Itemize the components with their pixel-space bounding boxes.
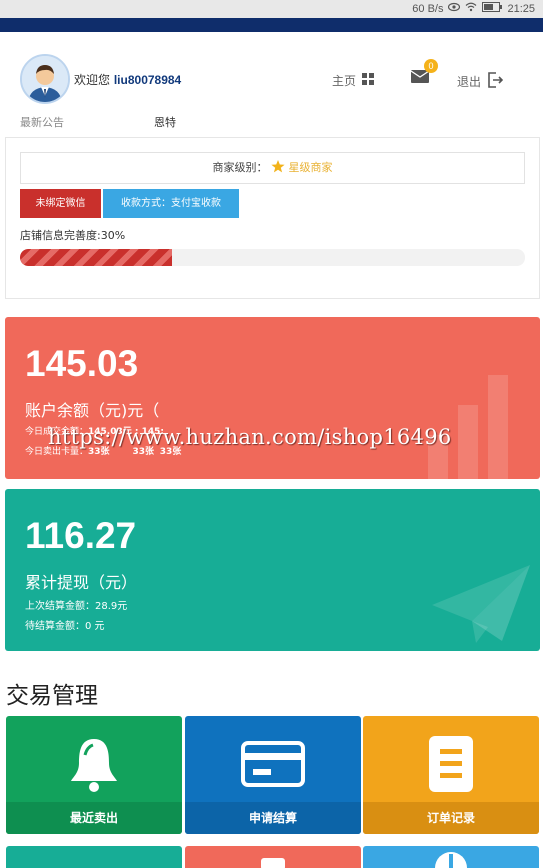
pending-settlement: 待结算金额：0 元: [25, 617, 105, 632]
balance-amount: 145.03: [25, 343, 139, 384]
envelope-icon: [410, 70, 430, 86]
username: liu80078984: [113, 73, 182, 87]
welcome-text: 欢迎您 liu80078984: [74, 71, 181, 88]
balance-card[interactable]: 145.03 账户余额（元)元（ 今日成交金额：145.03元 : 145: 今…: [5, 317, 540, 479]
battery-icon: [482, 2, 503, 15]
logout-icon: [487, 72, 504, 91]
network-speed: 60 B/s: [412, 2, 444, 15]
tile-row2-1[interactable]: [6, 846, 182, 868]
bar-chart-icon: [428, 375, 508, 479]
clock-time: 21:25: [507, 2, 535, 15]
level-prefix: 商家级别：: [212, 161, 268, 174]
bell-icon: [6, 726, 182, 802]
header: 欢迎您 liu80078984 主页 0 退出 最新公告 恩特: [0, 32, 543, 132]
trade-section-title: 交易管理: [6, 683, 98, 709]
pending-settlement-label: 待结算金额：: [25, 621, 85, 632]
merchant-panel: 商家级别： 星级商家 未绑定微信 收款方式：支付宝收款 店铺信息完善度:30%: [5, 137, 540, 299]
tile-row2-2[interactable]: [185, 846, 361, 868]
paper-plane-icon: [432, 565, 530, 643]
merchant-level: 商家级别： 星级商家: [20, 152, 525, 184]
completeness-progress: [20, 249, 525, 266]
mail-count-badge: 0: [424, 59, 438, 73]
yuan-coin-icon: [435, 852, 467, 868]
document-icon: [261, 858, 285, 868]
tile-apply-settlement[interactable]: 申请结算: [185, 716, 361, 834]
progress-fill: [20, 249, 172, 266]
watermark-text: https://www.huzhan.com/ishop16496: [48, 425, 452, 449]
logout-link[interactable]: 退出: [457, 72, 504, 91]
home-label: 主页: [332, 74, 357, 88]
wifi-icon: [465, 2, 477, 15]
status-bar: 60 B/s 21:25: [0, 0, 543, 18]
withdraw-amount: 116.27: [25, 515, 137, 556]
level-value: 星级商家: [288, 161, 333, 174]
withdraw-card[interactable]: 116.27 累计提现（元） 上次结算金额：28.9元 待结算金额：0 元: [5, 489, 540, 651]
star-icon: [271, 160, 289, 174]
tile-recent-sales[interactable]: 最近卖出: [6, 716, 182, 834]
pending-settlement-value: 0 元: [85, 621, 105, 632]
grid-icon: [362, 73, 375, 88]
notice-label: 最新公告: [20, 116, 64, 129]
balance-label: 账户余额（元)元（: [25, 401, 160, 420]
tile-row2-3[interactable]: [363, 846, 539, 868]
document-icon: [363, 726, 539, 802]
tile-order-records-label: 订单记录: [363, 802, 539, 834]
bind-wechat-button[interactable]: 未绑定微信: [20, 189, 101, 218]
mail-button[interactable]: [410, 70, 430, 86]
avatar[interactable]: [20, 54, 70, 104]
last-settlement-label: 上次结算金额：: [25, 601, 95, 612]
eye-icon: [448, 2, 461, 15]
last-settlement-value: 28.9元: [95, 601, 128, 612]
logout-label: 退出: [457, 75, 482, 89]
withdraw-label: 累计提现（元）: [25, 573, 138, 592]
tile-apply-settlement-label: 申请结算: [185, 802, 361, 834]
notice-text[interactable]: 恩特: [154, 114, 176, 130]
tile-order-records[interactable]: 订单记录: [363, 716, 539, 834]
home-link[interactable]: 主页: [332, 72, 375, 89]
last-settlement: 上次结算金额：28.9元: [25, 597, 127, 612]
payment-method-button[interactable]: 收款方式：支付宝收款: [103, 189, 239, 218]
welcome-prefix: 欢迎您: [74, 73, 111, 87]
tile-recent-sales-label: 最近卖出: [6, 802, 182, 834]
top-bar: [0, 18, 543, 32]
completeness-label: 店铺信息完善度:30%: [20, 229, 126, 242]
card-icon: [185, 726, 361, 802]
